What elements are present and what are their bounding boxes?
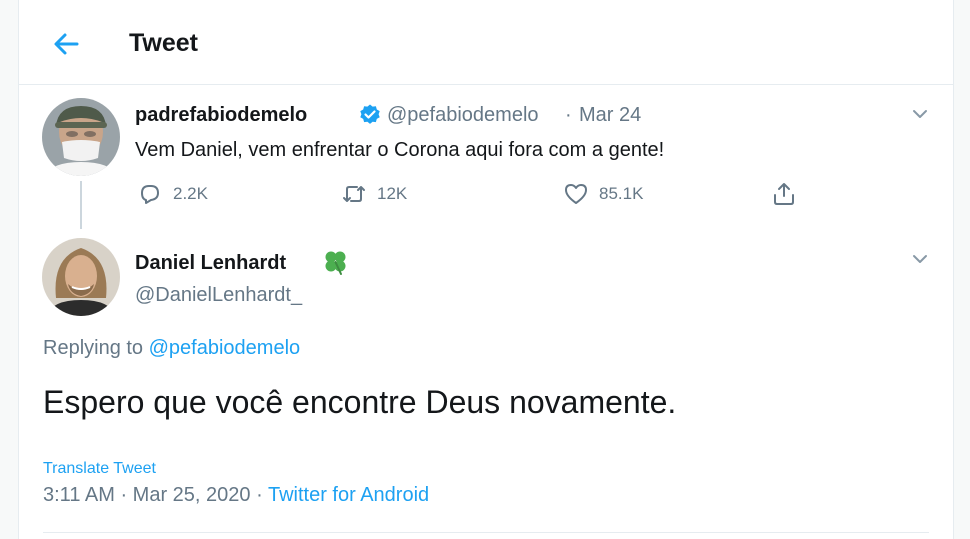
header: Tweet (19, 0, 953, 85)
avatar-image (42, 238, 120, 316)
retweet-icon (343, 186, 365, 202)
retweet-button[interactable]: 12K (341, 178, 407, 210)
reply-button[interactable]: 2.2K (137, 178, 208, 210)
page-title: Tweet (129, 29, 198, 57)
tweet-meta: 3:11 AM · Mar 25, 2020 · Twitter for And… (43, 484, 429, 507)
tweet-source-link[interactable]: Twitter for Android (268, 484, 429, 506)
divider (43, 532, 929, 533)
tweet-text: Vem Daniel, vem enfrentar o Corona aqui … (135, 139, 665, 161)
four-leaf-clover-icon (325, 251, 346, 275)
verified-badge-icon (360, 104, 380, 124)
arrow-left-icon (54, 33, 79, 55)
separator: · (256, 484, 263, 506)
replying-prefix: Replying to (43, 337, 144, 359)
author-handle[interactable]: @pefabiodemelo (387, 104, 539, 127)
avatar[interactable] (42, 98, 120, 176)
avatar[interactable] (42, 238, 120, 316)
reply-icon (141, 185, 159, 204)
avatar-image (42, 98, 120, 176)
tweet-timestamp[interactable]: 3:11 AM · Mar 25, 2020 (43, 484, 251, 506)
author-name[interactable]: Daniel Lenhardt (135, 252, 286, 275)
like-count: 85.1K (599, 184, 644, 203)
chevron-down-icon[interactable] (909, 248, 931, 270)
retweet-count: 12K (377, 184, 408, 203)
chevron-down-icon[interactable] (909, 103, 931, 125)
author-handle[interactable]: @DanielLenhardt_ (135, 284, 302, 307)
thread-line (80, 181, 82, 229)
like-button[interactable]: 85.1K (563, 178, 643, 210)
translate-tweet-link[interactable]: Translate Tweet (43, 460, 156, 478)
share-button[interactable] (771, 178, 797, 210)
reply-count: 2.2K (173, 184, 208, 203)
heart-icon (565, 184, 587, 204)
replying-to-link[interactable]: @pefabiodemelo (149, 337, 301, 359)
back-button[interactable] (47, 24, 87, 64)
tweet-page: Tweet padrefabiodemelo @pefabiodemelo · … (18, 0, 954, 539)
tweet-text: Espero que você encontre Deus novamente. (43, 384, 677, 420)
share-icon (774, 183, 794, 205)
separator: · (565, 104, 572, 126)
replying-to: Replying to @pefabiodemelo (43, 337, 300, 360)
author-name[interactable]: padrefabiodemelo (135, 104, 307, 127)
tweet-date[interactable]: Mar 24 (579, 104, 641, 127)
